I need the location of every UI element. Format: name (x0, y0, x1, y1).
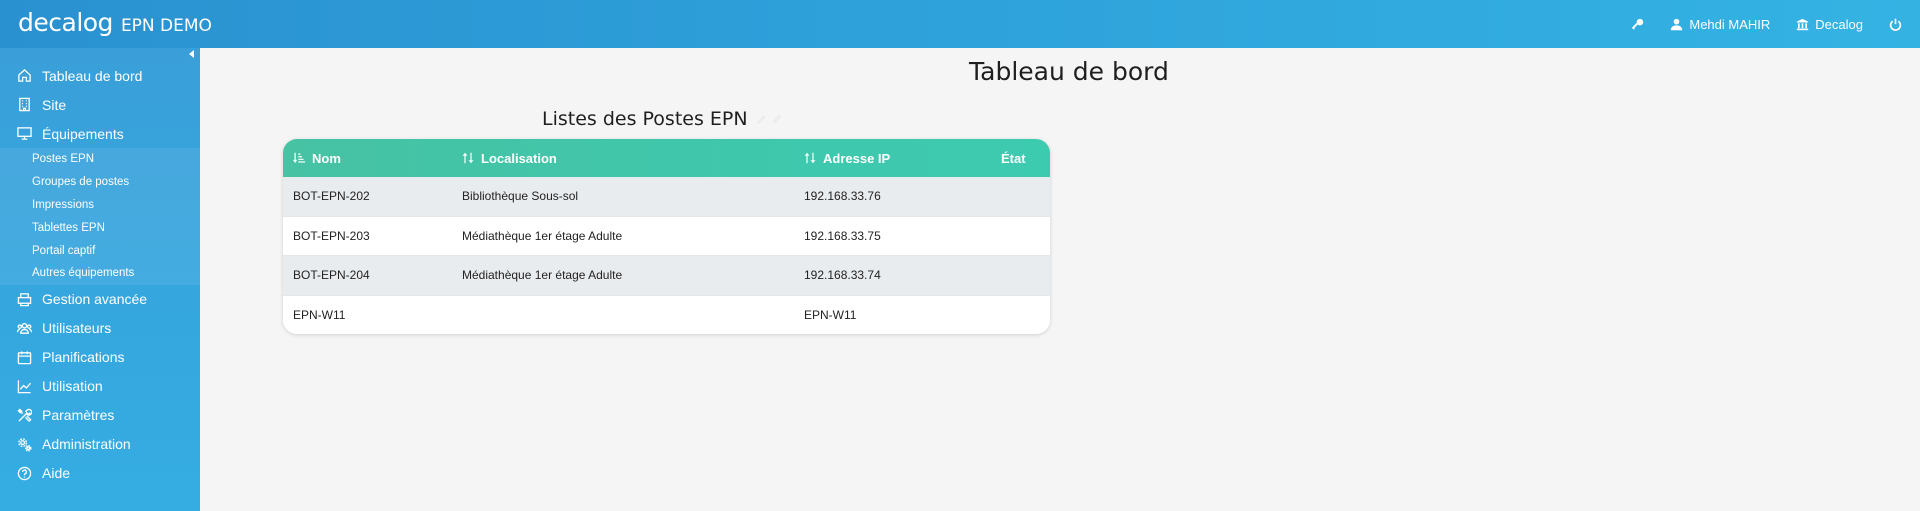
sidebar-item-utilisateurs[interactable]: Utilisateurs (0, 314, 200, 343)
user-icon (1671, 18, 1683, 30)
power-icon (1889, 18, 1902, 31)
sidebar-subitem-portail-captif[interactable]: Portail captif (0, 239, 200, 262)
sidebar-subitem-groupes-de-postes[interactable]: Groupes de postes (0, 171, 200, 194)
cell-adresse-ip: EPN-W11 (804, 308, 857, 323)
top-bar: decalog EPN DEMO Mehdi MAHIR Decalog (0, 0, 1920, 48)
list-title-text: Listes des Postes EPN (542, 108, 748, 130)
column-label: État (1001, 150, 1026, 166)
table-row[interactable]: BOT-EPN-204 Médiathèque 1er étage Adulte… (283, 256, 1050, 296)
sidebar-item-planifications[interactable]: Planifications (0, 343, 200, 372)
cell-nom: EPN-W11 (293, 308, 346, 323)
sidebar-subitem-tablettes-epn[interactable]: Tablettes EPN (0, 216, 200, 239)
table-row[interactable]: EPN-W11 EPN-W11 (283, 295, 1050, 334)
cell-nom: BOT-EPN-203 (293, 228, 370, 243)
tools-icon (17, 408, 32, 423)
sidebar-item-gestion-avancee[interactable]: Gestion avancée (0, 285, 200, 314)
list-title: Listes des Postes EPN (542, 108, 783, 130)
sidebar-item-label: Site (42, 96, 67, 113)
sidebar-menu: Tableau de bord Site Équipements Postes … (0, 61, 200, 488)
calendar-icon (17, 350, 32, 365)
monitor-icon (17, 126, 32, 141)
brand-logo: decalog (18, 8, 113, 37)
column-label: Adresse IP (823, 150, 891, 166)
sidebar-item-administration[interactable]: Administration (0, 430, 200, 459)
sidebar-item-tableau-de-bord[interactable]: Tableau de bord (0, 61, 200, 90)
edit-icon (757, 115, 766, 124)
cell-localisation: Médiathèque 1er étage Adulte (462, 268, 623, 283)
sidebar-item-equipements[interactable]: Équipements (0, 119, 200, 148)
column-header-nom[interactable]: Nom (293, 139, 341, 177)
user-name: Mehdi MAHIR (1689, 16, 1771, 32)
cell-localisation: Bibliothèque Sous-sol (462, 189, 579, 204)
sidebar-submenu-equipements: Postes EPN Groupes de postes Impressions… (0, 148, 200, 285)
help-icon (17, 466, 32, 481)
user-menu[interactable]: Mehdi MAHIR (1670, 17, 1770, 32)
column-header-adresse-ip[interactable]: Adresse IP (804, 139, 890, 177)
table-row[interactable]: BOT-EPN-203 Médiathèque 1er étage Adulte… (283, 216, 1050, 256)
cell-nom: BOT-EPN-202 (293, 189, 370, 204)
sidebar-item-label: Paramètres (42, 407, 115, 424)
sidebar-subitem-postes-epn[interactable]: Postes EPN (0, 148, 200, 171)
brand-title: EPN DEMO (120, 16, 212, 36)
sidebar-item-aide[interactable]: Aide (0, 459, 200, 488)
key-button[interactable] (1631, 18, 1644, 31)
gears-icon (17, 437, 32, 452)
page-title: Tableau de bord (969, 57, 1169, 86)
sidebar: Tableau de bord Site Équipements Postes … (0, 48, 200, 511)
printer-icon (17, 292, 32, 307)
table-row[interactable]: BOT-EPN-202 Bibliothèque Sous-sol 192.16… (283, 177, 1050, 217)
cell-adresse-ip: 192.168.33.75 (804, 228, 881, 243)
sort-amount-icon (293, 152, 305, 163)
cell-adresse-ip: 192.168.33.74 (804, 268, 881, 283)
column-header-localisation[interactable]: Localisation (462, 139, 557, 177)
table-header: Nom Localisation Adresse IP État (283, 139, 1050, 177)
sidebar-item-site[interactable]: Site (0, 90, 200, 119)
sidebar-item-label: Utilisation (42, 378, 103, 395)
column-label: Localisation (481, 150, 557, 166)
home-icon (17, 68, 32, 83)
column-header-etat[interactable]: État (1001, 139, 1026, 177)
top-nav: Mehdi MAHIR Decalog (1631, 0, 1902, 48)
brand[interactable]: decalog EPN DEMO (18, 8, 212, 37)
sidebar-item-label: Administration (42, 436, 131, 453)
sidebar-item-parametres[interactable]: Paramètres (0, 401, 200, 430)
logout-button[interactable] (1889, 18, 1902, 31)
sort-icon (804, 152, 816, 164)
postes-table: Nom Localisation Adresse IP État BOT-EPN… (283, 139, 1050, 334)
institution-icon (1797, 18, 1809, 30)
pencil-icon (772, 114, 782, 124)
sidebar-item-label: Gestion avancée (42, 291, 148, 308)
sidebar-subitem-autres-equipements[interactable]: Autres équipements (0, 262, 200, 285)
users-icon (17, 321, 32, 336)
sidebar-collapse-toggle[interactable] (186, 49, 196, 59)
cell-localisation: Médiathèque 1er étage Adulte (462, 228, 623, 243)
sidebar-item-label: Utilisateurs (42, 320, 112, 337)
edit-list-button[interactable] (756, 113, 783, 125)
sidebar-item-utilisation[interactable]: Utilisation (0, 372, 200, 401)
sort-icon (462, 152, 474, 164)
cell-nom: BOT-EPN-204 (293, 268, 370, 283)
sidebar-item-label: Équipements (42, 125, 124, 142)
cell-adresse-ip: 192.168.33.76 (804, 189, 881, 204)
org-name: Decalog (1815, 16, 1863, 32)
column-label: Nom (312, 150, 341, 166)
org-menu[interactable]: Decalog (1796, 17, 1863, 32)
sidebar-item-label: Planifications (42, 349, 125, 366)
chart-icon (17, 379, 32, 394)
key-icon (1632, 18, 1644, 30)
building-icon (17, 97, 32, 112)
sidebar-item-label: Tableau de bord (42, 67, 143, 84)
sidebar-subitem-impressions[interactable]: Impressions (0, 194, 200, 217)
sidebar-item-label: Aide (42, 465, 71, 482)
